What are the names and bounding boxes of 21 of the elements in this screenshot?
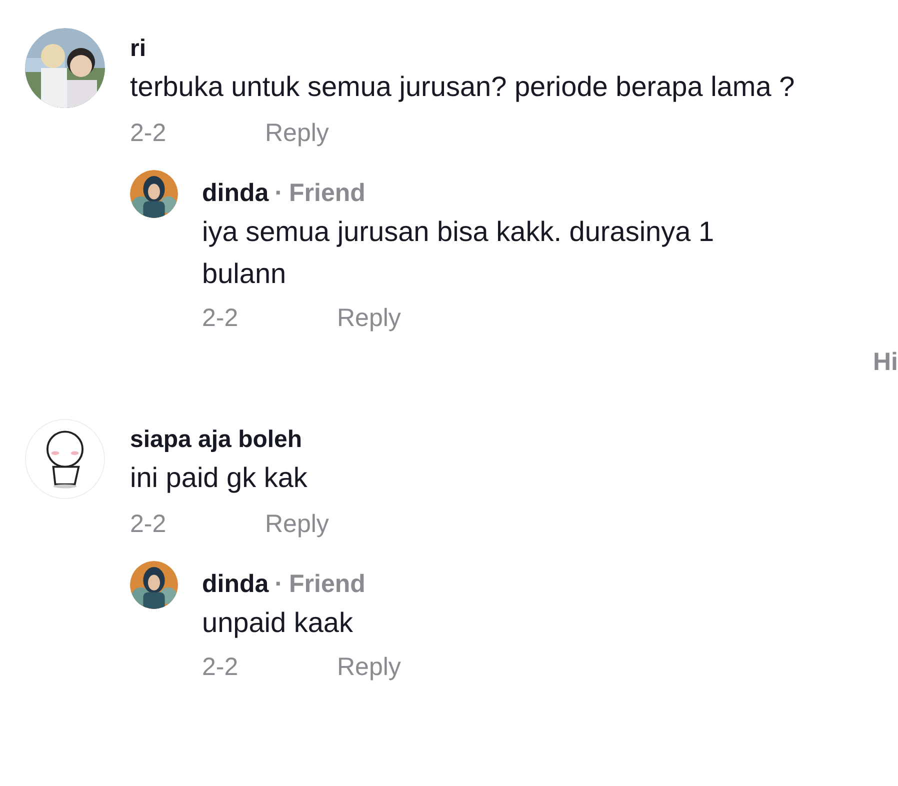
comment-date: 2-2	[130, 509, 168, 539]
hide-replies-link[interactable]: Hi	[873, 347, 898, 377]
comment-text: unpaid kaak	[202, 606, 354, 640]
separator-dot: ·	[274, 178, 283, 208]
reply-button[interactable]: Reply	[337, 652, 401, 682]
reply-button[interactable]: Reply	[265, 118, 329, 148]
username[interactable]: siapa aja boleh	[130, 425, 302, 455]
comment-text: ini paid gk kak	[130, 461, 308, 495]
comment-date: 2-2	[202, 652, 240, 682]
reply-button[interactable]: Reply	[337, 303, 401, 333]
username[interactable]: dinda	[202, 178, 269, 208]
reply-button[interactable]: Reply	[265, 509, 329, 539]
separator-dot: ·	[274, 569, 283, 599]
friend-label: Friend	[289, 569, 366, 599]
username[interactable]: ri	[130, 34, 146, 64]
comment-date: 2-2	[202, 303, 240, 333]
comment-text: iya semua jurusan bisa kakk. durasinya 1 bulann	[202, 215, 716, 291]
friend-label: Friend	[289, 178, 366, 208]
comment-text: terbuka untuk semua jurusan? periode berapa lama ?	[130, 70, 796, 104]
username[interactable]: dinda	[202, 569, 269, 599]
comment-date: 2-2	[130, 118, 168, 148]
